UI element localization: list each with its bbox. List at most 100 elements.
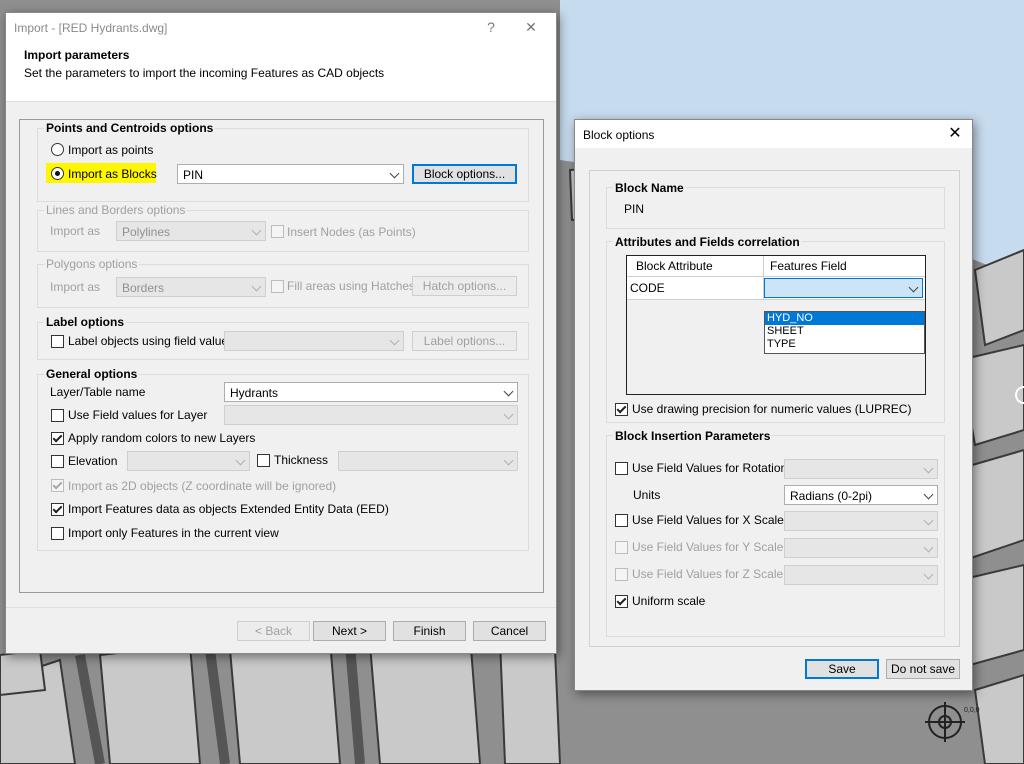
do-not-save-button[interactable]: Do not save	[886, 659, 960, 679]
y-scale-field-combo[interactable]	[784, 538, 938, 558]
elevation-checkbox[interactable]	[51, 455, 64, 468]
use-field-z-scale-checkbox[interactable]	[615, 568, 628, 581]
back-button[interactable]: < Back	[237, 621, 310, 641]
table-header-attribute: Block Attribute	[636, 259, 713, 273]
block-options-dialog: Block options ✕ Block Name PIN Attribute…	[574, 119, 973, 691]
use-field-values-layer-checkbox[interactable]	[51, 409, 64, 422]
import-as-points-label[interactable]: Import as points	[68, 143, 153, 157]
insertion-title: Block Insertion Parameters	[613, 429, 773, 443]
label-group-title: Label options	[44, 315, 126, 329]
chevron-down-icon	[503, 455, 514, 466]
use-drawing-precision-label[interactable]: Use drawing precision for numeric values…	[632, 402, 911, 416]
use-field-rotation-checkbox[interactable]	[615, 462, 628, 475]
close-icon[interactable]: ✕	[944, 124, 966, 144]
features-field-combo[interactable]	[764, 278, 923, 298]
chevron-down-icon	[923, 463, 934, 474]
finish-button[interactable]: Finish	[393, 621, 466, 641]
label-objects-label[interactable]: Label objects using field value	[68, 334, 228, 348]
header-title: Import parameters	[24, 48, 130, 62]
apply-random-colors-label[interactable]: Apply random colors to new Layers	[68, 431, 255, 445]
lines-import-as-label: Import as	[50, 224, 101, 238]
block-combo[interactable]: PIN	[177, 164, 404, 184]
import-current-view-label[interactable]: Import only Features in the current view	[68, 526, 279, 540]
chevron-down-icon	[923, 515, 934, 526]
polygons-import-as-value: Borders	[122, 281, 165, 295]
coordinate-label: 0,0,0	[964, 707, 980, 714]
use-field-x-scale-label[interactable]: Use Field Values for X Scale	[632, 513, 784, 527]
chevron-down-icon	[923, 542, 934, 553]
close-icon[interactable]: ✕	[520, 17, 542, 37]
import-dialog-title: Import - [RED Hydrants.dwg]	[14, 21, 168, 35]
import-eed-label[interactable]: Import Features data as objects Extended…	[68, 502, 389, 516]
next-button[interactable]: Next >	[313, 621, 386, 641]
label-field-combo[interactable]	[224, 331, 404, 351]
elevation-label[interactable]: Elevation	[68, 454, 117, 468]
attributes-table: Block Attribute Features Field CODE HYD_…	[626, 255, 926, 395]
import-as-blocks-label[interactable]: Import as Blocks	[68, 167, 157, 181]
layer-table-value: Hydrants	[230, 386, 279, 400]
thickness-label[interactable]: Thickness	[274, 453, 328, 467]
units-label: Units	[633, 488, 661, 502]
table-cell-attribute: CODE	[630, 281, 665, 295]
import-dialog-header: Import parameters Set the parameters to …	[6, 41, 556, 102]
import-eed-checkbox[interactable]	[51, 503, 64, 516]
block-options-titlebar: Block options ✕	[575, 120, 972, 148]
layer-field-combo[interactable]	[224, 405, 518, 425]
chevron-down-icon	[389, 168, 400, 179]
use-drawing-precision-checkbox[interactable]	[615, 403, 628, 416]
chevron-down-icon	[503, 409, 514, 420]
x-scale-field-combo[interactable]	[784, 511, 938, 531]
dropdown-option-hyd-no[interactable]: HYD_NO	[765, 312, 924, 325]
use-field-y-scale-label: Use Field Values for Y Scale	[632, 540, 784, 554]
attributes-title: Attributes and Fields correlation	[613, 235, 802, 249]
polygons-import-as-combo[interactable]: Borders	[116, 277, 266, 297]
block-name-value: PIN	[624, 202, 645, 216]
fill-areas-checkbox[interactable]	[271, 280, 284, 293]
help-icon[interactable]: ?	[480, 17, 502, 37]
table-header-row: Block Attribute Features Field	[627, 256, 925, 277]
z-scale-field-combo[interactable]	[784, 565, 938, 585]
chevron-down-icon	[923, 569, 934, 580]
table-header-divider	[763, 256, 764, 276]
hatch-options-button[interactable]: Hatch options...	[412, 276, 517, 296]
general-group-title: General options	[44, 367, 140, 381]
block-combo-value: PIN	[183, 168, 204, 182]
use-field-rotation-label[interactable]: Use Field Values for Rotation	[632, 461, 787, 475]
chevron-down-icon	[251, 281, 262, 292]
table-header-field: Features Field	[770, 259, 847, 273]
header-subtitle: Set the parameters to import the incomin…	[24, 66, 385, 80]
import-as-2d-checkbox[interactable]	[51, 479, 64, 492]
insert-nodes-checkbox[interactable]	[271, 225, 284, 238]
block-options-button[interactable]: Block options...	[412, 164, 517, 184]
use-field-x-scale-checkbox[interactable]	[615, 514, 628, 527]
uniform-scale-checkbox[interactable]	[615, 595, 628, 608]
thickness-combo[interactable]	[338, 451, 518, 471]
block-name-title: Block Name	[613, 181, 686, 195]
import-dialog: Import - [RED Hydrants.dwg] ? ✕ Import p…	[5, 12, 557, 654]
dropdown-option-type[interactable]: TYPE	[765, 338, 924, 351]
uniform-scale-label[interactable]: Uniform scale	[632, 594, 705, 608]
chevron-down-icon	[251, 225, 262, 236]
use-field-y-scale-checkbox[interactable]	[615, 541, 628, 554]
thickness-checkbox[interactable]	[257, 454, 270, 467]
units-combo[interactable]: Radians (0-2pi)	[784, 485, 938, 505]
layer-table-combo[interactable]: Hydrants	[224, 382, 518, 402]
save-button[interactable]: Save	[805, 659, 879, 679]
label-objects-checkbox[interactable]	[51, 335, 64, 348]
table-row[interactable]: CODE	[627, 277, 925, 300]
lines-import-as-combo[interactable]: Polylines	[116, 221, 266, 241]
features-field-dropdown: HYD_NO SHEET TYPE	[764, 311, 925, 354]
lines-import-as-value: Polylines	[122, 225, 171, 239]
layer-table-label: Layer/Table name	[50, 385, 146, 399]
import-as-points-radio[interactable]	[51, 143, 64, 156]
cancel-button[interactable]: Cancel	[473, 621, 546, 641]
dropdown-option-sheet[interactable]: SHEET	[765, 325, 924, 338]
use-field-values-layer-label[interactable]: Use Field values for Layer	[68, 408, 207, 422]
apply-random-colors-checkbox[interactable]	[51, 432, 64, 445]
rotation-field-combo[interactable]	[784, 459, 938, 479]
elevation-combo[interactable]	[127, 451, 250, 471]
import-current-view-checkbox[interactable]	[51, 527, 64, 540]
import-as-blocks-radio[interactable]	[51, 167, 64, 180]
import-dialog-titlebar: Import - [RED Hydrants.dwg] ? ✕	[6, 13, 556, 41]
label-options-button[interactable]: Label options...	[412, 331, 517, 351]
